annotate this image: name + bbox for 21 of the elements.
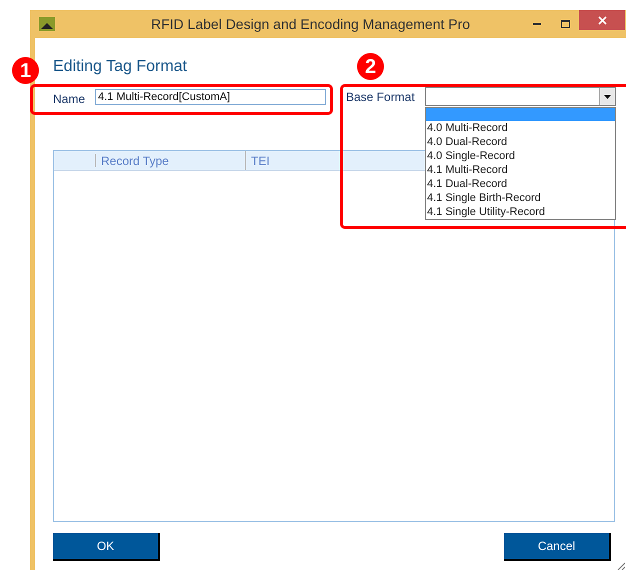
dropdown-option[interactable]: 4.0 Dual-Record (426, 135, 615, 149)
dropdown-option[interactable]: 4.0 Multi-Record (426, 121, 615, 135)
caret-icon (604, 94, 611, 98)
dropdown-option[interactable]: 4.1 Single Utility-Record (426, 205, 615, 219)
name-label: Name (53, 91, 86, 108)
cancel-button[interactable]: Cancel (504, 533, 611, 561)
close-icon (598, 16, 606, 24)
base-format-label: Base Format (346, 89, 415, 106)
window-title: RFID Label Design and Encoding Management Pro (151, 14, 470, 34)
resize-grip-icon[interactable] (617, 562, 625, 570)
ok-button[interactable]: OK (53, 533, 160, 561)
app-icon (39, 17, 55, 31)
dropdown-option[interactable]: 4.1 Single Birth-Record (426, 191, 615, 205)
close-button[interactable] (579, 10, 625, 30)
dropdown-option[interactable]: 4.1 Dual-Record (426, 177, 615, 191)
dropdown-option[interactable]: 4.1 Multi-Record (426, 163, 615, 177)
dialog-heading: Editing Tag Format (53, 57, 187, 77)
dropdown-option[interactable]: 4.0 Single-Record (426, 149, 615, 163)
callout-number: 1 (12, 57, 39, 84)
name-input[interactable]: 4.1 Multi-Record[CustomA] (95, 89, 326, 105)
dropdown-button[interactable] (599, 88, 615, 105)
